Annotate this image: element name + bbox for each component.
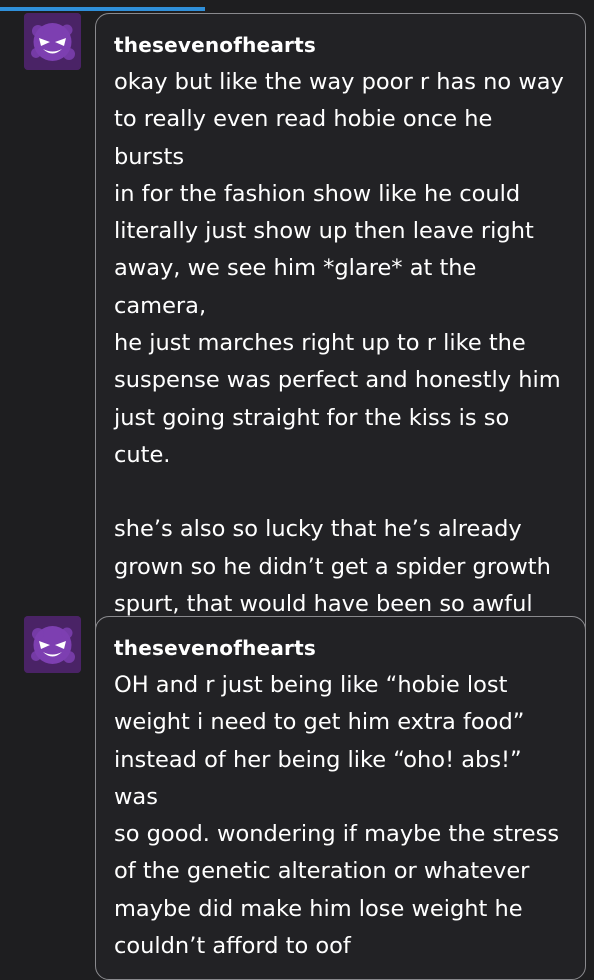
avatar[interactable] <box>24 13 81 70</box>
ghost-avatar-icon <box>24 616 81 673</box>
scroll-progress-bar <box>0 7 205 11</box>
comment-text: OH and r just being like “hobie lost wei… <box>114 667 567 965</box>
username[interactable]: thesevenofhearts <box>114 32 567 58</box>
ghost-avatar-icon <box>24 13 81 70</box>
avatar[interactable] <box>24 616 81 673</box>
comment-bubble: thesevenofhearts OH and r just being lik… <box>95 616 586 980</box>
username[interactable]: thesevenofhearts <box>114 635 567 661</box>
comment-paragraph: OH and r just being like “hobie lost wei… <box>114 672 560 960</box>
comment-paragraph: okay but like the way poor r has no way … <box>114 69 564 468</box>
